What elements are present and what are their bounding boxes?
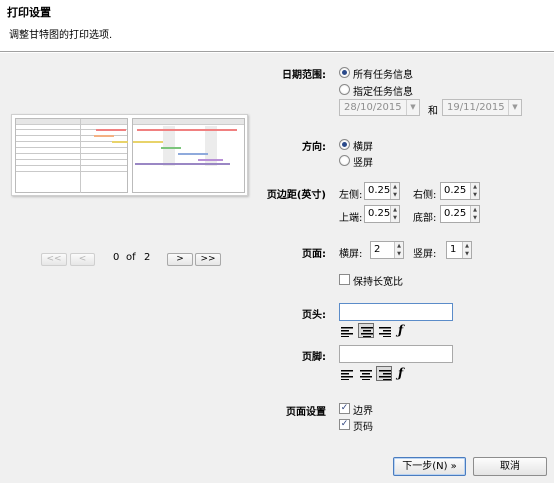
landscape-radio[interactable] xyxy=(339,139,350,150)
arrow-up-icon[interactable]: ▲ xyxy=(395,242,403,250)
current-page: 0 xyxy=(113,252,120,263)
header-font-icon[interactable]: ƒ xyxy=(398,323,403,337)
portrait-radio[interactable] xyxy=(339,155,350,166)
print-preview xyxy=(11,114,248,196)
date-range-label: 日期范围: xyxy=(282,70,326,81)
cancel-button[interactable]: 取消 xyxy=(473,457,547,476)
arrow-up-icon[interactable]: ▲ xyxy=(391,183,399,191)
end-date-value: 19/11/2015 xyxy=(447,102,505,113)
all-tasks-label[interactable]: 所有任务信息 xyxy=(353,66,413,81)
footer-align-left-button[interactable] xyxy=(339,367,355,382)
margin-bottom-label: 底部: xyxy=(413,213,437,224)
start-date-value: 28/10/2015 xyxy=(344,102,402,113)
footer-font-icon[interactable]: ƒ xyxy=(398,366,403,380)
keep-ratio-checkbox[interactable] xyxy=(339,274,350,285)
orientation-label: 方向: xyxy=(302,142,326,153)
chevron-down-icon: ▼ xyxy=(508,100,521,115)
chevron-down-icon: ▼ xyxy=(406,100,419,115)
footer-align-right-button[interactable] xyxy=(376,366,392,381)
arrow-down-icon[interactable]: ▼ xyxy=(471,214,479,222)
pages-vertical-value: 1 xyxy=(450,244,457,255)
pages-horizontal-label: 横屏: xyxy=(339,249,363,260)
header-align-left-button[interactable] xyxy=(339,324,355,339)
margin-bottom-value: 0.25 xyxy=(444,208,467,219)
page-of-label: of xyxy=(126,252,136,263)
arrow-up-icon[interactable]: ▲ xyxy=(463,242,471,250)
pages-horizontal-value: 2 xyxy=(374,244,381,255)
margin-left-label: 左侧: xyxy=(339,190,363,201)
arrow-up-icon[interactable]: ▲ xyxy=(391,206,399,214)
margin-right-stepper[interactable]: 0.25 ▲ ▼ xyxy=(440,182,480,200)
next-button[interactable]: 下一步(N) » xyxy=(393,457,466,476)
prev-page-button[interactable]: < xyxy=(70,253,95,266)
pages-vertical-stepper[interactable]: 1 ▲ ▼ xyxy=(446,241,472,259)
specified-tasks-radio[interactable] xyxy=(339,84,350,95)
preview-page-2 xyxy=(132,118,245,193)
margin-left-value: 0.25 xyxy=(368,185,391,196)
page-number-label[interactable]: 页码 xyxy=(353,418,373,433)
margin-right-label: 右侧: xyxy=(413,190,437,201)
pages-vertical-label: 竖屏: xyxy=(413,249,437,260)
landscape-label[interactable]: 横屏 xyxy=(353,138,373,153)
all-tasks-radio[interactable] xyxy=(339,67,350,78)
header-align-center-button[interactable] xyxy=(358,323,374,338)
border-checkbox[interactable]: ✓ xyxy=(339,403,350,414)
page-settings-label: 页面设置 xyxy=(286,407,326,418)
header-align-right-button[interactable] xyxy=(377,324,393,339)
next-page-button[interactable]: > xyxy=(167,253,193,266)
margins-label: 页边距(英寸) xyxy=(266,190,326,201)
preview-page-1 xyxy=(15,118,128,193)
and-label: 和 xyxy=(428,106,438,117)
margin-top-stepper[interactable]: 0.25 ▲ ▼ xyxy=(364,205,400,223)
arrow-down-icon[interactable]: ▼ xyxy=(471,191,479,199)
specified-tasks-label[interactable]: 指定任务信息 xyxy=(353,83,413,98)
first-page-button[interactable]: << xyxy=(41,253,67,266)
arrow-up-icon[interactable]: ▲ xyxy=(471,206,479,214)
end-date-picker[interactable]: 19/11/2015 ▼ xyxy=(442,99,522,116)
portrait-label[interactable]: 竖屏 xyxy=(353,154,373,169)
page-header-label: 页头: xyxy=(302,310,326,321)
dialog-header: 打印设置 调整甘特图的打印选项. xyxy=(0,0,554,52)
dialog-title: 打印设置 xyxy=(7,6,51,19)
start-date-picker[interactable]: 28/10/2015 ▼ xyxy=(339,99,420,116)
arrow-down-icon[interactable]: ▼ xyxy=(395,250,403,258)
page-footer-label: 页脚: xyxy=(302,352,326,363)
arrow-up-icon[interactable]: ▲ xyxy=(471,183,479,191)
margin-top-label: 上端: xyxy=(339,213,363,224)
last-page-button[interactable]: >> xyxy=(195,253,221,266)
footer-align-center-button[interactable] xyxy=(358,367,374,382)
border-label[interactable]: 边界 xyxy=(353,402,373,417)
pages-horizontal-stepper[interactable]: 2 ▲ ▼ xyxy=(370,241,404,259)
margin-left-stepper[interactable]: 0.25 ▲ ▼ xyxy=(364,182,400,200)
arrow-down-icon[interactable]: ▼ xyxy=(391,214,399,222)
align-right-icon xyxy=(379,370,391,380)
margin-top-value: 0.25 xyxy=(368,208,391,219)
align-center-icon xyxy=(360,370,372,380)
dialog-subtitle: 调整甘特图的打印选项. xyxy=(9,30,113,41)
dialog-footer xyxy=(0,449,554,483)
page-footer-input[interactable] xyxy=(339,345,453,363)
margin-bottom-stepper[interactable]: 0.25 ▲ ▼ xyxy=(440,205,480,223)
margin-right-value: 0.25 xyxy=(444,185,467,196)
align-left-icon xyxy=(341,370,353,380)
arrow-down-icon[interactable]: ▼ xyxy=(391,191,399,199)
arrow-down-icon[interactable]: ▼ xyxy=(463,250,471,258)
keep-ratio-label[interactable]: 保持长宽比 xyxy=(353,273,403,288)
align-left-icon xyxy=(341,327,353,337)
page-header-input[interactable] xyxy=(339,303,453,321)
page-number-checkbox[interactable]: ✓ xyxy=(339,419,350,430)
align-right-icon xyxy=(379,327,391,337)
total-pages: 2 xyxy=(144,252,151,263)
pages-label: 页面: xyxy=(302,249,326,260)
align-center-icon xyxy=(361,327,373,337)
